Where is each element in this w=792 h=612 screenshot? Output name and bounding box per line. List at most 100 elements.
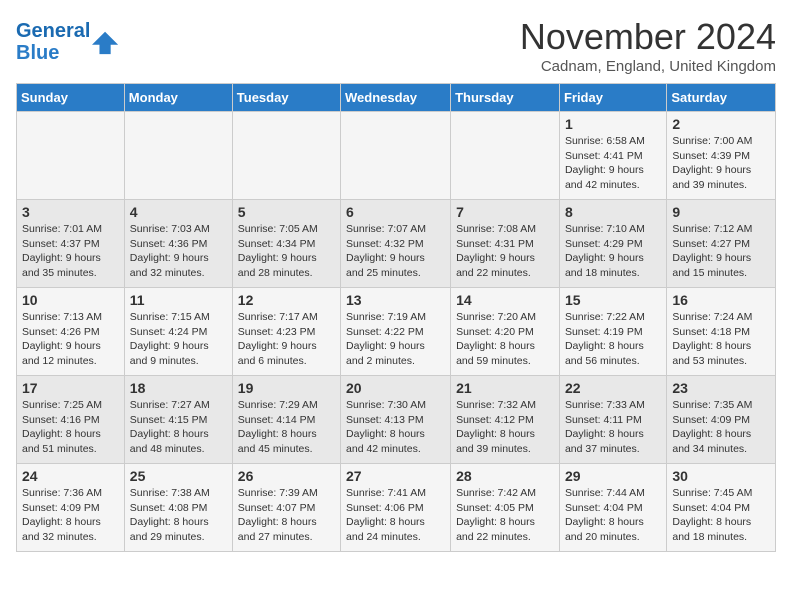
calendar-cell: 16 Sunrise: 7:24 AM Sunset: 4:18 PM Dayli… — [667, 288, 776, 376]
day-number: 18 — [130, 380, 227, 396]
day-number: 5 — [238, 204, 335, 220]
cell-info: Sunrise: 7:22 AM Sunset: 4:19 PM Dayligh… — [565, 310, 661, 369]
cell-info: Sunrise: 7:30 AM Sunset: 4:13 PM Dayligh… — [346, 398, 445, 457]
day-number: 12 — [238, 292, 335, 308]
calendar-table: SundayMondayTuesdayWednesdayThursdayFrid… — [16, 83, 776, 552]
day-number: 2 — [672, 116, 770, 132]
day-number: 16 — [672, 292, 770, 308]
calendar-cell: 4 Sunrise: 7:03 AM Sunset: 4:36 PM Daylig… — [124, 200, 232, 288]
calendar-header-row: SundayMondayTuesdayWednesdayThursdayFrid… — [17, 84, 776, 112]
calendar-cell: 10Sunrise: 7:13 AM Sunset: 4:26 PM Dayli… — [17, 288, 125, 376]
calendar-cell: 14Sunrise: 7:20 AM Sunset: 4:20 PM Dayli… — [451, 288, 560, 376]
cell-info: Sunrise: 7:07 AM Sunset: 4:32 PM Dayligh… — [346, 222, 445, 281]
day-number: 15 — [565, 292, 661, 308]
day-number: 7 — [456, 204, 554, 220]
day-header-saturday: Saturday — [667, 84, 776, 112]
day-number: 17 — [22, 380, 119, 396]
day-header-sunday: Sunday — [17, 84, 125, 112]
calendar-cell: 18 Sunrise: 7:27 AM Sunset: 4:15 PM Dayli… — [124, 376, 232, 464]
calendar-cell: 30 Sunrise: 7:45 AM Sunset: 4:04 PM Dayli… — [667, 464, 776, 552]
calendar-cell: 7 Sunrise: 7:08 AM Sunset: 4:31 PM Daylig… — [451, 200, 560, 288]
day-number: 20 — [346, 380, 445, 396]
day-number: 9 — [672, 204, 770, 220]
calendar-cell: 9Sunrise: 7:12 AM Sunset: 4:27 PM Daylig… — [667, 200, 776, 288]
day-number: 11 — [130, 292, 227, 308]
cell-info: Sunrise: 7:42 AM Sunset: 4:05 PM Dayligh… — [456, 486, 554, 545]
day-number: 14 — [456, 292, 554, 308]
calendar-week-3: 17 Sunrise: 7:25 AM Sunset: 4:16 PM Dayli… — [17, 376, 776, 464]
cell-info: Sunrise: 7:25 AM Sunset: 4:16 PM Dayligh… — [22, 398, 119, 457]
calendar-cell: 1 Sunrise: 6:58 AM Sunset: 4:41 PM Daylig… — [559, 112, 666, 200]
calendar-cell: 19 Sunrise: 7:29 AM Sunset: 4:14 PM Dayli… — [232, 376, 340, 464]
calendar-cell: 21Sunrise: 7:32 AM Sunset: 4:12 PM Dayli… — [451, 376, 560, 464]
cell-info: Sunrise: 7:00 AM Sunset: 4:39 PM Dayligh… — [672, 134, 770, 193]
day-number: 1 — [565, 116, 661, 132]
day-number: 30 — [672, 468, 770, 484]
cell-info: Sunrise: 7:17 AM Sunset: 4:23 PM Dayligh… — [238, 310, 335, 369]
cell-info: Sunrise: 6:58 AM Sunset: 4:41 PM Dayligh… — [565, 134, 661, 193]
day-header-wednesday: Wednesday — [341, 84, 451, 112]
cell-info: Sunrise: 7:10 AM Sunset: 4:29 PM Dayligh… — [565, 222, 661, 281]
cell-info: Sunrise: 7:08 AM Sunset: 4:31 PM Dayligh… — [456, 222, 554, 281]
cell-info: Sunrise: 7:36 AM Sunset: 4:09 PM Dayligh… — [22, 486, 119, 545]
cell-info: Sunrise: 7:01 AM Sunset: 4:37 PM Dayligh… — [22, 222, 119, 281]
logo-text: General Blue — [16, 20, 90, 64]
cell-info: Sunrise: 7:24 AM Sunset: 4:18 PM Dayligh… — [672, 310, 770, 369]
calendar-cell: 28Sunrise: 7:42 AM Sunset: 4:05 PM Dayli… — [451, 464, 560, 552]
day-number: 23 — [672, 380, 770, 396]
cell-info: Sunrise: 7:45 AM Sunset: 4:04 PM Dayligh… — [672, 486, 770, 545]
cell-info: Sunrise: 7:39 AM Sunset: 4:07 PM Dayligh… — [238, 486, 335, 545]
calendar-body: 1 Sunrise: 6:58 AM Sunset: 4:41 PM Daylig… — [17, 112, 776, 552]
subtitle: Cadnam, England, United Kingdom — [520, 58, 776, 75]
cell-info: Sunrise: 7:03 AM Sunset: 4:36 PM Dayligh… — [130, 222, 227, 281]
calendar-cell: 2 Sunrise: 7:00 AM Sunset: 4:39 PM Daylig… — [667, 112, 776, 200]
calendar-cell: 24 Sunrise: 7:36 AM Sunset: 4:09 PM Dayli… — [17, 464, 125, 552]
calendar-cell: 25Sunrise: 7:38 AM Sunset: 4:08 PM Dayli… — [124, 464, 232, 552]
calendar-cell: 22 Sunrise: 7:33 AM Sunset: 4:11 PM Dayli… — [559, 376, 666, 464]
calendar-cell — [17, 112, 125, 200]
day-number: 22 — [565, 380, 661, 396]
logo-icon — [92, 28, 120, 56]
calendar-cell: 6 Sunrise: 7:07 AM Sunset: 4:32 PM Daylig… — [341, 200, 451, 288]
calendar-week-2: 10Sunrise: 7:13 AM Sunset: 4:26 PM Dayli… — [17, 288, 776, 376]
day-number: 13 — [346, 292, 445, 308]
logo: General Blue — [16, 20, 120, 64]
day-header-thursday: Thursday — [451, 84, 560, 112]
cell-info: Sunrise: 7:44 AM Sunset: 4:04 PM Dayligh… — [565, 486, 661, 545]
day-number: 19 — [238, 380, 335, 396]
day-number: 27 — [346, 468, 445, 484]
day-number: 24 — [22, 468, 119, 484]
month-title: November 2024 — [520, 16, 776, 58]
calendar-cell: 26 Sunrise: 7:39 AM Sunset: 4:07 PM Dayli… — [232, 464, 340, 552]
cell-info: Sunrise: 7:29 AM Sunset: 4:14 PM Dayligh… — [238, 398, 335, 457]
calendar-cell — [124, 112, 232, 200]
calendar-cell: 3 Sunrise: 7:01 AM Sunset: 4:37 PM Daylig… — [17, 200, 125, 288]
cell-info: Sunrise: 7:19 AM Sunset: 4:22 PM Dayligh… — [346, 310, 445, 369]
calendar-week-1: 3 Sunrise: 7:01 AM Sunset: 4:37 PM Daylig… — [17, 200, 776, 288]
cell-info: Sunrise: 7:33 AM Sunset: 4:11 PM Dayligh… — [565, 398, 661, 457]
cell-info: Sunrise: 7:27 AM Sunset: 4:15 PM Dayligh… — [130, 398, 227, 457]
cell-info: Sunrise: 7:41 AM Sunset: 4:06 PM Dayligh… — [346, 486, 445, 545]
calendar-cell: 8 Sunrise: 7:10 AM Sunset: 4:29 PM Daylig… — [559, 200, 666, 288]
calendar-cell: 11Sunrise: 7:15 AM Sunset: 4:24 PM Dayli… — [124, 288, 232, 376]
day-number: 29 — [565, 468, 661, 484]
header: General Blue November 2024 Cadnam, Engla… — [16, 16, 776, 75]
calendar-cell: 5 Sunrise: 7:05 AM Sunset: 4:34 PM Daylig… — [232, 200, 340, 288]
day-number: 26 — [238, 468, 335, 484]
calendar-cell: 20 Sunrise: 7:30 AM Sunset: 4:13 PM Dayli… — [341, 376, 451, 464]
calendar-cell — [341, 112, 451, 200]
calendar-week-0: 1 Sunrise: 6:58 AM Sunset: 4:41 PM Daylig… — [17, 112, 776, 200]
calendar-cell: 12 Sunrise: 7:17 AM Sunset: 4:23 PM Dayli… — [232, 288, 340, 376]
cell-info: Sunrise: 7:32 AM Sunset: 4:12 PM Dayligh… — [456, 398, 554, 457]
day-number: 4 — [130, 204, 227, 220]
day-header-friday: Friday — [559, 84, 666, 112]
calendar-cell — [232, 112, 340, 200]
calendar-cell: 23Sunrise: 7:35 AM Sunset: 4:09 PM Dayli… — [667, 376, 776, 464]
cell-info: Sunrise: 7:05 AM Sunset: 4:34 PM Dayligh… — [238, 222, 335, 281]
day-number: 6 — [346, 204, 445, 220]
calendar-week-4: 24 Sunrise: 7:36 AM Sunset: 4:09 PM Dayli… — [17, 464, 776, 552]
calendar-cell: 15 Sunrise: 7:22 AM Sunset: 4:19 PM Dayli… — [559, 288, 666, 376]
day-number: 3 — [22, 204, 119, 220]
day-number: 8 — [565, 204, 661, 220]
day-number: 25 — [130, 468, 227, 484]
